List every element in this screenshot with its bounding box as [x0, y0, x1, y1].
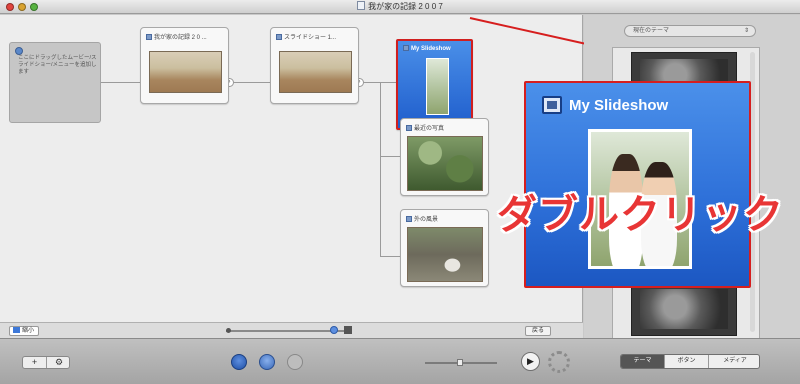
zoom-max-icon — [344, 326, 352, 334]
zoom-min-icon — [226, 328, 231, 333]
slideshow-icon — [276, 34, 282, 40]
theme-dropdown[interactable]: 現在のテーマ ⇕ — [624, 25, 756, 37]
my-slideshow-node-header: My Slideshow — [403, 45, 467, 54]
slideshow-icon — [406, 125, 412, 131]
slideshow-node-header: 最近の写真 — [406, 123, 484, 132]
info-icon — [15, 47, 23, 55]
zoom-out-label: 縮小 — [22, 328, 35, 334]
tab-button[interactable]: ボタン — [665, 355, 709, 368]
title-bar: 我が家の記録 2 0 0 7 — [0, 0, 800, 14]
tab-media[interactable]: メディア — [709, 355, 759, 368]
slideshow-node[interactable]: スライドショー 1... — [270, 27, 359, 104]
slideshow-thumbnail — [407, 136, 483, 191]
volume-slider[interactable] — [425, 359, 497, 366]
add-action-group: + ⚙ — [22, 356, 70, 369]
theme-dropdown-value: 現在のテーマ — [633, 28, 670, 34]
menu-icon — [146, 34, 152, 40]
burn-disc-icon[interactable] — [548, 351, 570, 373]
slideshow-icon — [403, 45, 409, 51]
slideshow-thumbnail — [407, 227, 483, 282]
play-button[interactable]: ▶ — [521, 352, 540, 371]
drop-target-box[interactable]: ここにドラッグしたムービー/スライドショー/メニューを追加します — [9, 42, 101, 123]
add-button[interactable]: + — [23, 357, 47, 368]
slideshow-node[interactable]: 最近の写真 — [400, 118, 489, 196]
connector-line — [380, 156, 401, 157]
burn-button[interactable] — [287, 354, 303, 370]
zoom-slider-knob[interactable] — [330, 326, 338, 334]
theme-thumbnail[interactable] — [631, 282, 737, 336]
my-slideshow-node-selected[interactable]: My Slideshow — [396, 39, 473, 130]
zoom-slider[interactable] — [226, 326, 352, 334]
motion-button[interactable] — [259, 354, 275, 370]
my-slideshow-node-label: My Slideshow — [411, 46, 451, 52]
tab-theme[interactable]: テーマ — [621, 355, 665, 368]
slideshow-node-label: スライドショー 1... — [284, 35, 337, 41]
slideshow-icon — [406, 216, 412, 222]
back-button[interactable]: 戻る — [525, 326, 551, 336]
slideshow-icon — [542, 96, 562, 114]
action-button[interactable]: ⚙ — [47, 357, 71, 368]
panel-segmented-control[interactable]: テーマ ボタン メディア — [620, 354, 760, 369]
connector-line — [359, 82, 397, 83]
my-slideshow-thumbnail — [426, 58, 449, 115]
window-title: 我が家の記録 2 0 0 7 — [0, 1, 800, 12]
connector-line — [380, 82, 381, 257]
connector-line — [229, 82, 271, 83]
menu-node-label: 我が家の記録 2 0 ... — [154, 35, 207, 41]
chevron-updown-icon: ⇕ — [743, 28, 749, 34]
slideshow-node-label: 最近の写真 — [414, 126, 445, 132]
window-title-text: 我が家の記録 2 0 0 7 — [368, 2, 443, 11]
connector-line — [101, 82, 141, 83]
slideshow-node-header: スライドショー 1... — [276, 32, 354, 41]
idvd-window: 我が家の記録 2 0 0 7 › › ここにドラッグしたムービー/スライドショー… — [0, 0, 800, 384]
document-icon — [357, 1, 366, 10]
double-click-annotation: ダブルクリック — [497, 193, 784, 237]
map-icon — [13, 327, 20, 333]
map-canvas[interactable]: › › ここにドラッグしたムービー/スライドショー/メニューを追加します 我が家… — [0, 15, 583, 322]
menu-node-header: 我が家の記録 2 0 ... — [146, 32, 224, 41]
menu-node[interactable]: 我が家の記録 2 0 ... — [140, 27, 229, 104]
drop-target-note: ここにドラッグしたムービー/スライドショー/メニューを追加します — [18, 55, 97, 75]
slideshow-node-header: 外の風景 — [406, 214, 484, 223]
connector-line — [380, 256, 401, 257]
slideshow-node-label: 外の風景 — [414, 217, 439, 223]
zoom-out-button[interactable]: 縮小 — [9, 326, 39, 336]
map-view-button[interactable] — [231, 354, 247, 370]
menu-thumbnail — [149, 51, 222, 93]
bottom-toolbar: + ⚙ ▶ テーマ ボタン メディア — [0, 338, 800, 384]
slideshow-thumbnail — [279, 51, 352, 93]
canvas-status-bar: 縮小 戻る — [0, 322, 583, 338]
callout-title: My Slideshow — [569, 97, 669, 114]
enlarged-slideshow-callout: My Slideshow ダブルクリック — [497, 81, 783, 288]
volume-slider-knob[interactable] — [457, 359, 463, 366]
slideshow-node[interactable]: 外の風景 — [400, 209, 489, 287]
